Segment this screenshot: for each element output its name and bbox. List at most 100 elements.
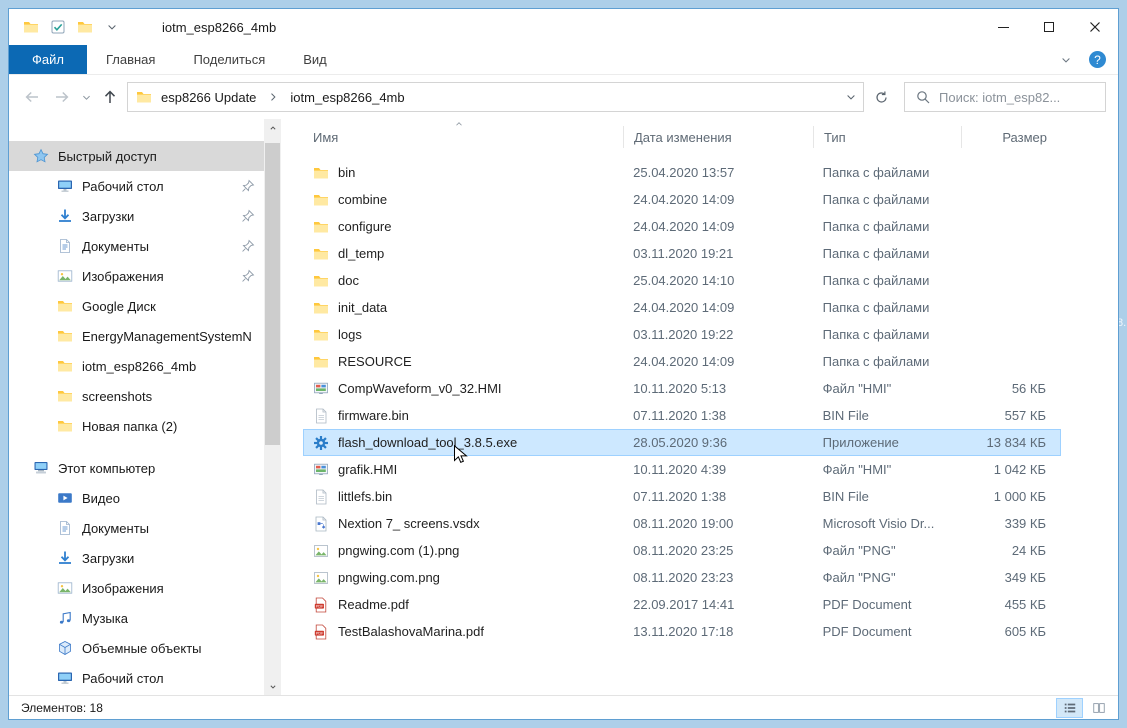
sidebar-item[interactable]: Новая папка (2)	[9, 411, 264, 441]
file-name-cell: bin	[304, 165, 623, 181]
sidebar-item-label: Документы	[82, 521, 264, 536]
breadcrumb-item[interactable]: esp8266 Update	[156, 90, 261, 105]
file-row[interactable]: configure24.04.2020 14:09Папка с файлами	[303, 213, 1061, 240]
file-row[interactable]: Nextion 7_ screens.vsdx08.11.2020 19:00M…	[303, 510, 1061, 537]
file-row[interactable]: RESOURCE24.04.2020 14:09Папка с файлами	[303, 348, 1061, 375]
sidebar-item[interactable]: Документы	[9, 513, 264, 543]
sidebar-item[interactable]: Рабочий стол	[9, 171, 264, 201]
file-row[interactable]: flash_download_tool_3.8.5.exe28.05.2020 …	[303, 429, 1061, 456]
ribbon-tabs: Файл Главная Поделиться Вид ?	[9, 45, 1118, 75]
sidebar-item[interactable]: Быстрый доступ	[9, 141, 264, 171]
file-row[interactable]: bin25.04.2020 13:57Папка с файлами	[303, 159, 1061, 186]
maximize-icon	[1044, 22, 1054, 32]
file-date-cell: 07.11.2020 1:38	[623, 408, 813, 423]
pdf-icon: PDF	[313, 597, 329, 613]
file-row[interactable]: PDFTestBalashovaMarina.pdf13.11.2020 17:…	[303, 618, 1061, 645]
sidebar-item[interactable]: Изображения	[9, 261, 264, 291]
sidebar-item[interactable]: Загрузки	[9, 543, 264, 573]
file-type-cell: Файл "HMI"	[813, 462, 961, 477]
file-row[interactable]: pngwing.com (1).png08.11.2020 23:25Файл …	[303, 537, 1061, 564]
qat-properties-button[interactable]	[50, 19, 66, 35]
help-button[interactable]: ?	[1089, 51, 1106, 68]
file-type-cell: Папка с файлами	[813, 165, 961, 180]
minimize-icon	[998, 27, 1009, 28]
sidebar-item[interactable]: iotm_esp8266_4mb	[9, 351, 264, 381]
back-button[interactable]	[17, 82, 47, 112]
scroll-up-icon[interactable]	[264, 119, 281, 136]
sidebar-item[interactable]: EnergyManagementSystemN	[9, 321, 264, 351]
maximize-button[interactable]	[1026, 9, 1072, 45]
refresh-button[interactable]	[866, 82, 896, 112]
search-box[interactable]: Поиск: iotm_esp82...	[904, 82, 1106, 112]
minimize-button[interactable]	[980, 9, 1026, 45]
file-name: bin	[338, 165, 355, 180]
collapse-ribbon-chevron-icon[interactable]	[1058, 52, 1074, 68]
address-dropdown-chevron-icon[interactable]	[843, 89, 859, 105]
chevron-right-icon[interactable]	[265, 89, 281, 105]
recent-locations-chevron-icon[interactable]	[77, 82, 95, 112]
file-row[interactable]: littlefs.bin07.11.2020 1:38BIN File1 000…	[303, 483, 1061, 510]
file-name-cell: dl_temp	[304, 246, 623, 262]
file-type-cell: Папка с файлами	[813, 354, 961, 369]
sidebar-item[interactable]: Изображения	[9, 573, 264, 603]
file-row[interactable]: combine24.04.2020 14:09Папка с файлами	[303, 186, 1061, 213]
qat-customize-chevron-icon[interactable]	[104, 19, 120, 35]
tab-file[interactable]: Файл	[9, 45, 87, 74]
file-row[interactable]: grafik.HMI10.11.2020 4:39Файл "HMI"1 042…	[303, 456, 1061, 483]
file-row[interactable]: firmware.bin07.11.2020 1:38BIN File557 К…	[303, 402, 1061, 429]
qat-new-folder-button[interactable]	[77, 19, 93, 35]
column-header-name[interactable]: Имя	[303, 126, 623, 148]
thumbnails-view-button[interactable]	[1085, 698, 1112, 718]
sidebar-item[interactable]: Объемные объекты	[9, 633, 264, 663]
file-name-cell: doc	[304, 273, 623, 289]
sidebar-item[interactable]: Рабочий стол	[9, 663, 264, 693]
file-type-cell: Приложение	[813, 435, 961, 450]
sidebar-item[interactable]: Музыка	[9, 603, 264, 633]
file-date-cell: 10.11.2020 5:13	[623, 381, 813, 396]
tab-share[interactable]: Поделиться	[174, 45, 284, 74]
details-view-button[interactable]	[1056, 698, 1083, 718]
file-name-cell: PDFTestBalashovaMarina.pdf	[304, 624, 623, 640]
file-row[interactable]: doc25.04.2020 14:10Папка с файлами	[303, 267, 1061, 294]
sidebar-item[interactable]: Видео	[9, 483, 264, 513]
sidebar-item-label: Быстрый доступ	[58, 149, 264, 164]
sidebar-item[interactable]: Google Диск	[9, 291, 264, 321]
file-row[interactable]: pngwing.com.png08.11.2020 23:23Файл "PNG…	[303, 564, 1061, 591]
file-row[interactable]: logs03.11.2020 19:22Папка с файлами	[303, 321, 1061, 348]
file-date-cell: 10.11.2020 4:39	[623, 462, 813, 477]
tab-home[interactable]: Главная	[87, 45, 174, 74]
scrollbar-thumb[interactable]	[265, 143, 280, 445]
breadcrumb-item[interactable]: iotm_esp8266_4mb	[285, 90, 409, 105]
sidebar-item[interactable]: screenshots	[9, 381, 264, 411]
address-box[interactable]: esp8266 Update iotm_esp8266_4mb	[127, 82, 864, 112]
folder-icon	[313, 273, 329, 289]
sidebar-item[interactable]: Документы	[9, 231, 264, 261]
close-button[interactable]	[1072, 9, 1118, 45]
sidebar-item-label: Рабочий стол	[82, 671, 264, 686]
file-name-cell: logs	[304, 327, 623, 343]
file-name-cell: configure	[304, 219, 623, 235]
tab-view[interactable]: Вид	[284, 45, 346, 74]
sort-ascending-icon	[453, 117, 465, 132]
file-name: Nextion 7_ screens.vsdx	[338, 516, 480, 531]
file-name-cell: Nextion 7_ screens.vsdx	[304, 516, 623, 532]
sidebar-item[interactable]: Этот компьютер	[9, 453, 264, 483]
file-date-cell: 08.11.2020 23:25	[623, 543, 813, 558]
file-type-cell: Папка с файлами	[813, 327, 961, 342]
up-button[interactable]	[95, 82, 125, 112]
file-type-cell: Файл "PNG"	[813, 543, 961, 558]
file-date-cell: 24.04.2020 14:09	[623, 354, 813, 369]
column-header-type[interactable]: Тип	[813, 126, 961, 148]
file-row[interactable]: init_data24.04.2020 14:09Папка с файлами	[303, 294, 1061, 321]
sidebar-scrollbar[interactable]	[264, 119, 281, 695]
sidebar-item[interactable]: Загрузки	[9, 201, 264, 231]
column-header-date[interactable]: Дата изменения	[623, 126, 813, 148]
items-count: Элементов: 18	[21, 701, 103, 715]
file-row[interactable]: PDFReadme.pdf22.09.2017 14:41PDF Documen…	[303, 591, 1061, 618]
file-row[interactable]: dl_temp03.11.2020 19:21Папка с файлами	[303, 240, 1061, 267]
scroll-down-icon[interactable]	[264, 678, 281, 695]
forward-button[interactable]	[47, 82, 77, 112]
file-row[interactable]: CompWaveform_v0_32.HMI10.11.2020 5:13Фай…	[303, 375, 1061, 402]
file-name: CompWaveform_v0_32.HMI	[338, 381, 502, 396]
column-header-size[interactable]: Размер	[961, 126, 1061, 148]
